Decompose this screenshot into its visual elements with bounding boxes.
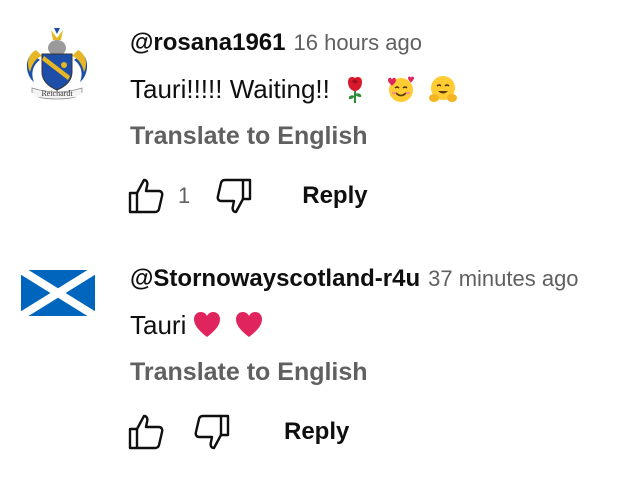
scotland-flag-icon [20, 266, 96, 320]
hugging-face-icon [428, 74, 458, 104]
like-count: 1 [178, 183, 191, 208]
comment-body: Tauri!!!!! Waiting!! [130, 74, 330, 104]
red-heart-icon [192, 310, 222, 340]
coat-of-arms-icon: Reichardt [18, 24, 96, 102]
red-heart-icon [234, 310, 264, 340]
timestamp[interactable]: 37 minutes ago [428, 266, 578, 291]
comment-body: Tauri [130, 310, 187, 340]
thumbs-down-icon [194, 414, 230, 450]
comment-item: Reichardt @rosana1961 16 hours ago Tauri!… [0, 0, 642, 236]
author-name[interactable]: @Stornowayscotland-r4u [130, 265, 420, 292]
like-button[interactable] [126, 412, 166, 452]
comment-header: @rosana1961 16 hours ago [130, 28, 422, 61]
comment-header: @Stornowayscotland-r4u 37 minutes ago [130, 264, 579, 297]
comment-actions: Reply [126, 412, 349, 452]
like-button[interactable] [126, 176, 166, 216]
avatar[interactable] [20, 262, 96, 324]
svg-text:Reichardt: Reichardt [41, 89, 73, 98]
dislike-button[interactable] [192, 412, 232, 452]
timestamp[interactable]: 16 hours ago [294, 30, 422, 55]
comment-text: Tauri!!!!! Waiting!! [130, 72, 458, 106]
thumbs-up-icon [128, 178, 164, 214]
smiling-face-with-hearts-icon [386, 74, 416, 104]
comment-item: @Stornowayscotland-r4u 37 minutes ago Tau… [0, 236, 642, 486]
translate-link[interactable]: Translate to English [130, 356, 368, 388]
thumbs-down-icon [216, 178, 252, 214]
reply-button[interactable]: Reply [302, 182, 367, 210]
rose-icon [340, 74, 370, 104]
avatar[interactable]: Reichardt [18, 24, 96, 102]
author-name[interactable]: @rosana1961 [130, 29, 286, 56]
comment-text: Tauri [130, 308, 264, 342]
reply-button[interactable]: Reply [284, 418, 349, 446]
dislike-button[interactable] [214, 176, 254, 216]
translate-link[interactable]: Translate to English [130, 120, 368, 152]
thumbs-up-icon [128, 414, 164, 450]
comment-actions: 1 Reply [126, 176, 368, 216]
